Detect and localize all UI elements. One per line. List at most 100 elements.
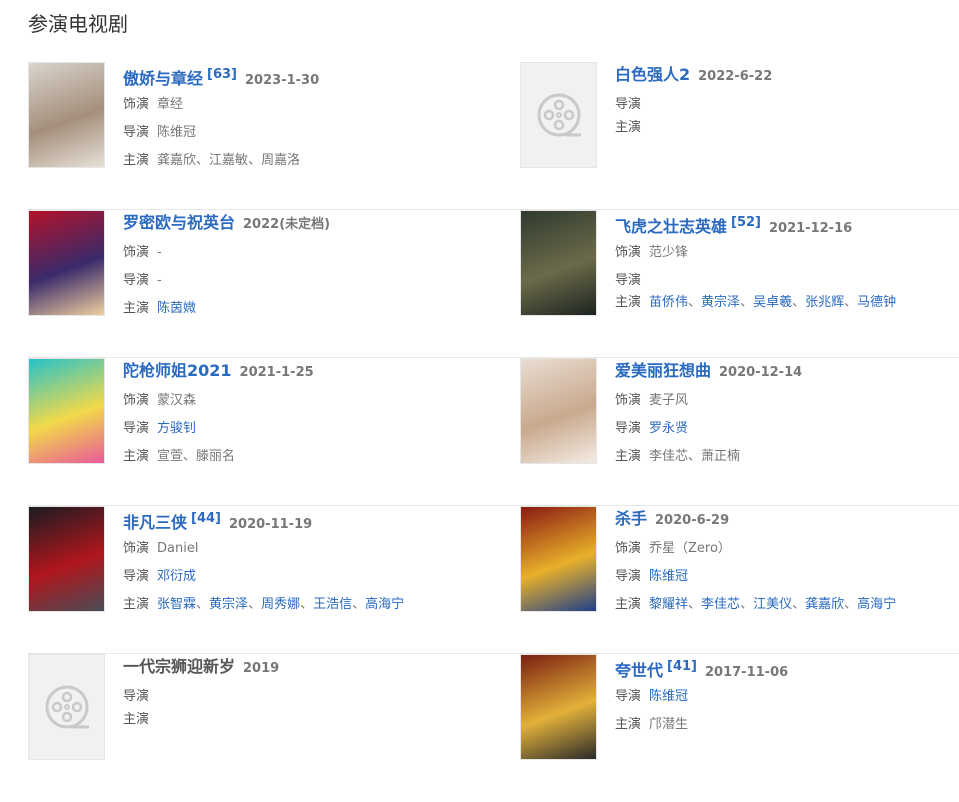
drama-info: 陀枪师姐2021 2021-1-25 饰演 蒙汉森 导演 方骏钊 主演 宣萱、滕丽名 [123, 358, 468, 464]
poster-image[interactable] [28, 358, 105, 464]
drama-title-link[interactable]: 夸世代 [615, 661, 663, 680]
episode-count-link[interactable]: [52] [731, 215, 761, 230]
episode-count-link[interactable]: [41] [667, 659, 697, 674]
drama-title-link[interactable]: 傲娇与章经 [123, 69, 203, 88]
drama-title-link[interactable]: 非凡三侠 [123, 513, 187, 532]
cast-link[interactable]: 江美仪 [753, 597, 792, 612]
poster-image[interactable] [520, 358, 597, 464]
director-line: 导演 方骏钊 [123, 418, 196, 440]
separator: 、 [688, 449, 702, 464]
cast-link[interactable]: 苗侨伟 [649, 295, 688, 310]
title-line: 非凡三侠 [44] 2020-11-19 [123, 506, 468, 532]
role-name: 蒙汉森 [157, 393, 197, 408]
separator: 、 [792, 597, 806, 612]
separator: 、 [688, 295, 702, 310]
drama-title-link[interactable]: 陀枪师姐2021 [123, 361, 232, 380]
drama-row: 罗密欧与祝英台 2022(未定档) 饰演 - 导演 - 主演 陈茵媺 飞虎之壮志英雄 [52] 20… [28, 210, 959, 358]
drama-title-link[interactable]: 罗密欧与祝英台 [123, 213, 235, 232]
drama-card: 夸世代 [41] 2017-11-06 导演 陈维冠 主演 邝潜生 [520, 654, 959, 802]
cast-line: 主演 李佳芯、萧正楠 [615, 446, 740, 468]
drama-card: 飞虎之壮志英雄 [52] 2021-12-16 饰演 范少锋 导演 主演 苗侨伟、黄宗泽、吴卓… [520, 210, 959, 358]
drama-title-link[interactable]: 杀手 [615, 509, 647, 528]
director-link[interactable]: 方骏钊 [157, 421, 196, 436]
cast-link[interactable]: 吴卓羲 [753, 295, 792, 310]
episode-count-link[interactable]: [63] [207, 67, 237, 82]
cast-link[interactable]: 李佳芯 [701, 597, 740, 612]
drama-info: 夸世代 [41] 2017-11-06 导演 陈维冠 主演 邝潜生 [615, 654, 959, 732]
role-name: 麦子风 [649, 393, 689, 408]
drama-title-link: 一代宗狮迎新岁 [123, 657, 236, 676]
separator: 、 [300, 597, 314, 612]
role-line: 饰演 Daniel [123, 538, 198, 560]
role-line: 饰演 麦子风 [615, 390, 688, 412]
director-link[interactable]: 罗永贤 [649, 421, 688, 436]
separator: 、 [844, 597, 858, 612]
air-date: 2019 [243, 661, 280, 676]
cast-line: 主演 陈茵媺 [123, 298, 196, 320]
director-line: 导演 陈维冠 [615, 686, 688, 708]
title-line: 飞虎之壮志英雄 [52] 2021-12-16 [615, 210, 959, 236]
cast-name: 周嘉洛 [261, 153, 301, 168]
drama-info: 非凡三侠 [44] 2020-11-19 饰演 Daniel 导演 邓衍成 主演 张智霖、黄宗泽… [123, 506, 468, 612]
poster-image[interactable] [520, 506, 597, 612]
poster-image[interactable] [520, 210, 597, 316]
separator: 、 [740, 597, 754, 612]
air-date: 2022-6-22 [698, 69, 773, 84]
drama-row: 非凡三侠 [44] 2020-11-19 饰演 Daniel 导演 邓衍成 主演 张智霖、黄宗泽… [28, 506, 959, 654]
cast-link[interactable]: 陈茵媺 [157, 301, 196, 316]
title-line: 傲娇与章经 [63] 2023-1-30 [123, 62, 468, 88]
drama-info: 爱美丽狂想曲 2020-12-14 饰演 麦子风 导演 罗永贤 主演 李佳芯、萧正楠 [615, 358, 959, 464]
poster-placeholder [520, 62, 597, 168]
separator: 、 [792, 295, 806, 310]
cast-link[interactable]: 高海宁 [857, 597, 896, 612]
episode-count-link[interactable]: [44] [191, 511, 221, 526]
cast-name: 滕丽名 [196, 449, 236, 464]
director-line: 导演 陈维冠 [615, 566, 688, 588]
role-line: 饰演 范少锋 [615, 242, 688, 264]
cast-link[interactable]: 黄宗泽 [209, 597, 248, 612]
drama-title-link[interactable]: 飞虎之壮志英雄 [615, 217, 727, 236]
drama-title-link[interactable]: 白色强人2 [615, 65, 690, 84]
air-date: 2021-1-25 [239, 365, 314, 380]
cast-line: 主演 邝潜生 [615, 714, 688, 736]
poster-image[interactable] [520, 654, 597, 760]
poster-image[interactable] [28, 210, 105, 316]
cast-link[interactable]: 张兆辉 [805, 295, 844, 310]
director-line: 导演 - [123, 270, 162, 292]
cast-link[interactable]: 高海宁 [365, 597, 404, 612]
cast-line: 主演 龚嘉欣、江嘉敏、周嘉洛 [123, 150, 300, 172]
title-line: 陀枪师姐2021 2021-1-25 [123, 358, 468, 384]
cast-link[interactable]: 马德钟 [857, 295, 896, 310]
cast-link[interactable]: 黎耀祥 [649, 597, 688, 612]
cast-line: 主演 黎耀祥、李佳芯、江美仪、龚嘉欣、高海宁 [615, 594, 896, 616]
drama-title-link[interactable]: 爱美丽狂想曲 [615, 361, 711, 380]
film-reel-icon [45, 685, 89, 729]
drama-row: 一代宗狮迎新岁 2019 导演 主演 夸世代 [41] 2017-11-06 导演 陈维冠 主演邝… [28, 654, 959, 802]
director-link[interactable]: 陈维冠 [649, 569, 688, 584]
air-date: 2020-6-29 [655, 513, 730, 528]
title-line: 白色强人2 2022-6-22 [615, 62, 959, 88]
director-line: 导演 陈维冠 [123, 122, 196, 144]
air-date: 2020-11-19 [229, 517, 313, 532]
drama-card: 一代宗狮迎新岁 2019 导演 主演 [28, 654, 468, 802]
director-line: 导演 邓衍成 [123, 566, 196, 588]
role-name: Daniel [157, 541, 199, 556]
role-name: - [157, 245, 162, 260]
cast-link[interactable]: 龚嘉欣 [805, 597, 844, 612]
cast-link[interactable]: 黄宗泽 [701, 295, 740, 310]
drama-info: 傲娇与章经 [63] 2023-1-30 饰演 章经 导演 陈维冠 主演 龚嘉欣、江嘉敏、周嘉洛 [123, 62, 468, 168]
title-line: 罗密欧与祝英台 2022(未定档) [123, 210, 468, 236]
director-line: 导演 [123, 686, 157, 708]
separator: 、 [196, 597, 210, 612]
director-label: 导演 [615, 569, 642, 584]
cast-link[interactable]: 周秀娜 [261, 597, 300, 612]
director-label: 导演 [123, 421, 150, 436]
director-label: 导演 [123, 569, 150, 584]
cast-link[interactable]: 王浩信 [313, 597, 352, 612]
poster-image[interactable] [28, 62, 105, 168]
director-link[interactable]: 陈维冠 [649, 689, 688, 704]
director-link[interactable]: 邓衍成 [157, 569, 196, 584]
cast-link[interactable]: 张智霖 [157, 597, 196, 612]
director-label: 导演 [123, 689, 150, 704]
poster-image[interactable] [28, 506, 105, 612]
